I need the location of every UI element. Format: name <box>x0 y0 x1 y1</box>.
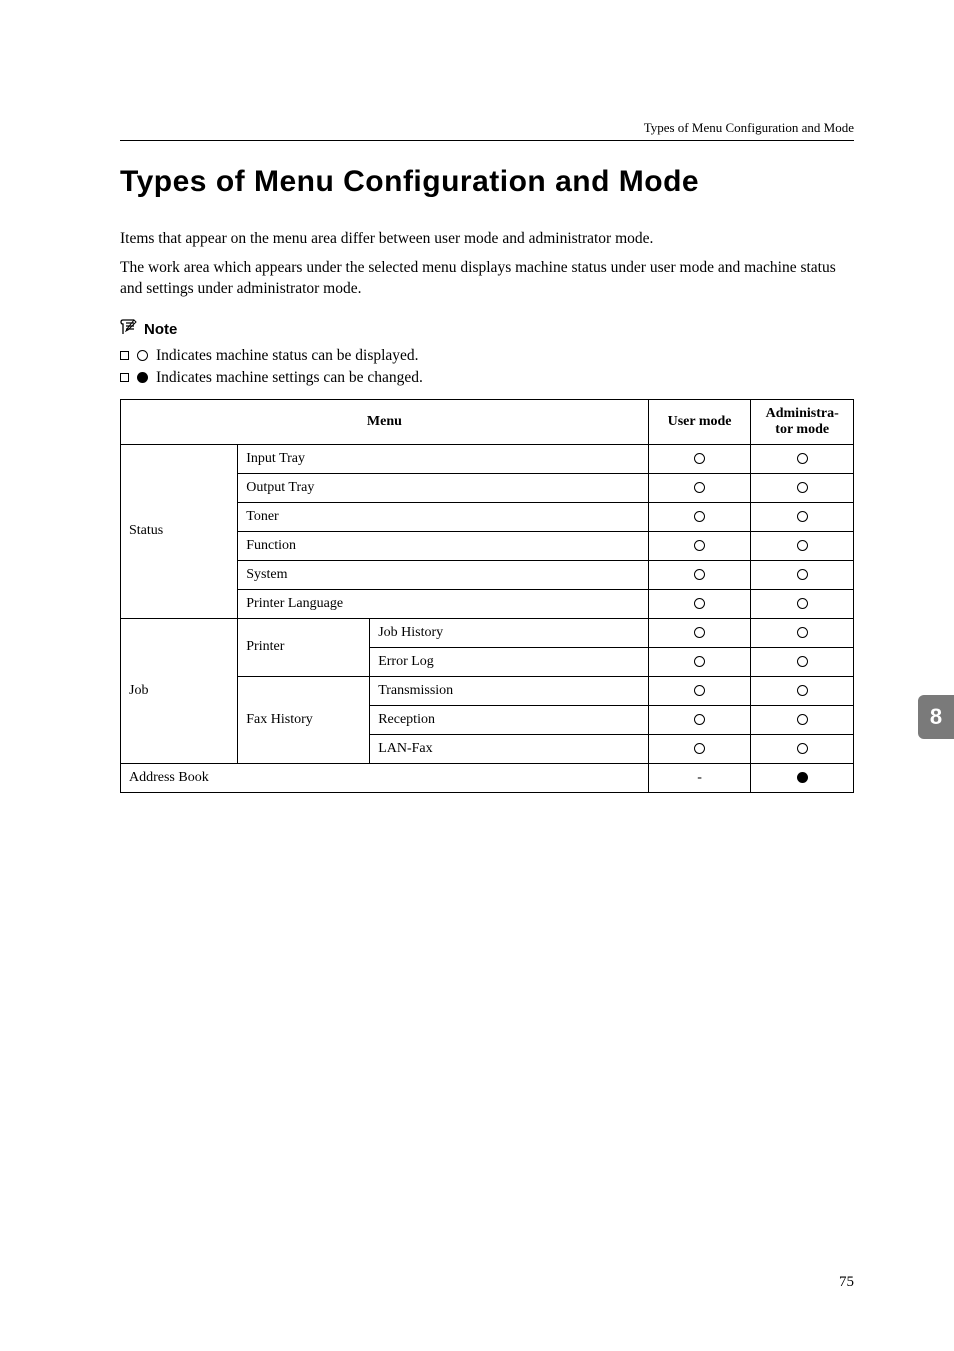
note-bullet-2-text: Indicates machine settings can be change… <box>156 369 423 387</box>
status-system: System <box>238 560 649 589</box>
table-cell <box>648 705 751 734</box>
table-cell <box>648 734 751 763</box>
open-circle-icon <box>694 482 705 493</box>
open-circle-icon <box>797 685 808 696</box>
open-circle-icon <box>694 685 705 696</box>
table-cell <box>751 589 854 618</box>
filled-circle-icon <box>137 372 148 383</box>
table-cell <box>648 676 751 705</box>
square-bullet-icon <box>120 351 129 360</box>
open-circle-icon <box>694 540 705 551</box>
open-circle-icon <box>797 540 808 551</box>
open-circle-icon <box>694 743 705 754</box>
page-title: Types of Menu Configuration and Mode <box>120 165 854 199</box>
filled-circle-icon <box>797 772 808 783</box>
open-circle-icon <box>797 453 808 464</box>
fax-reception: Reception <box>370 705 649 734</box>
fax-lanfax: LAN-Fax <box>370 734 649 763</box>
job-history: Job History <box>370 618 649 647</box>
table-cell <box>648 502 751 531</box>
table-cell <box>751 531 854 560</box>
open-circle-icon <box>694 656 705 667</box>
menu-header: Menu <box>121 399 649 444</box>
status-input-tray: Input Tray <box>238 444 649 473</box>
menu-mode-table: Menu User mode Administra- tor mode Stat… <box>120 399 854 793</box>
note-bullet-1-text: Indicates machine status can be displaye… <box>156 347 419 365</box>
open-circle-icon <box>797 743 808 754</box>
table-cell <box>751 676 854 705</box>
open-circle-icon <box>694 714 705 725</box>
note-heading: Note <box>120 318 854 341</box>
table-cell <box>751 502 854 531</box>
open-circle-icon <box>797 627 808 638</box>
intro-paragraph-2: The work area which appears under the se… <box>120 258 854 300</box>
square-bullet-icon <box>120 373 129 382</box>
table-cell <box>648 647 751 676</box>
status-printer-language: Printer Language <box>238 589 649 618</box>
note-icon <box>120 318 138 341</box>
job-error-log: Error Log <box>370 647 649 676</box>
table-cell <box>751 444 854 473</box>
user-mode-header: User mode <box>648 399 751 444</box>
open-circle-icon <box>797 598 808 609</box>
open-circle-icon <box>694 627 705 638</box>
status-output-tray: Output Tray <box>238 473 649 502</box>
table-cell <box>751 473 854 502</box>
address-book-row: Address Book <box>121 763 649 792</box>
table-cell <box>648 444 751 473</box>
table-cell <box>648 560 751 589</box>
table-cell <box>751 734 854 763</box>
open-circle-icon <box>797 714 808 725</box>
job-printer-group: Printer <box>238 618 370 676</box>
open-circle-icon <box>797 569 808 580</box>
table-cell <box>648 618 751 647</box>
status-group: Status <box>121 444 238 618</box>
admin-mode-header: Administra- tor mode <box>751 399 854 444</box>
running-header: Types of Menu Configuration and Mode <box>120 120 854 141</box>
page-number: 75 <box>839 1274 854 1291</box>
table-cell <box>648 531 751 560</box>
open-circle-icon <box>797 511 808 522</box>
open-circle-icon <box>137 350 148 361</box>
open-circle-icon <box>694 453 705 464</box>
table-cell <box>751 705 854 734</box>
note-label: Note <box>144 321 177 338</box>
intro-paragraph-1: Items that appear on the menu area diffe… <box>120 229 854 250</box>
table-cell <box>751 560 854 589</box>
table-cell <box>751 763 854 792</box>
note-bullet-2: Indicates machine settings can be change… <box>120 369 854 387</box>
note-bullet-1: Indicates machine status can be displaye… <box>120 347 854 365</box>
job-group: Job <box>121 618 238 763</box>
table-cell: - <box>648 763 751 792</box>
status-toner: Toner <box>238 502 649 531</box>
job-fax-history-group: Fax History <box>238 676 370 763</box>
open-circle-icon <box>797 656 808 667</box>
chapter-tab: 8 <box>918 695 954 739</box>
open-circle-icon <box>694 511 705 522</box>
table-cell <box>648 473 751 502</box>
table-cell <box>648 589 751 618</box>
open-circle-icon <box>694 569 705 580</box>
open-circle-icon <box>694 598 705 609</box>
open-circle-icon <box>797 482 808 493</box>
fax-transmission: Transmission <box>370 676 649 705</box>
table-cell <box>751 647 854 676</box>
status-function: Function <box>238 531 649 560</box>
table-cell <box>751 618 854 647</box>
